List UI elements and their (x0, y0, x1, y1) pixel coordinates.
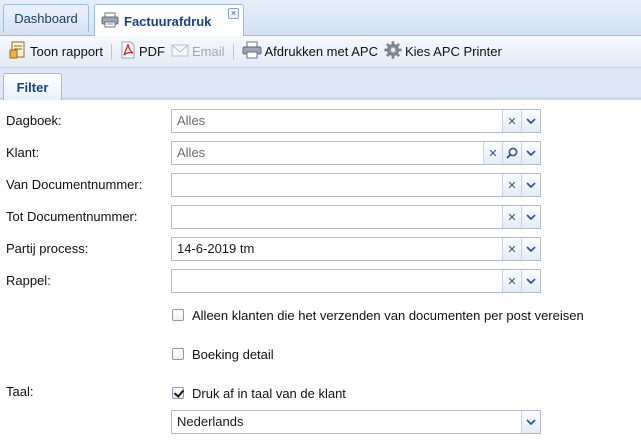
boeking-detail-checkbox[interactable] (172, 348, 184, 360)
rappel-label: Rappel: (6, 273, 51, 288)
druk-af-taal-checkbox[interactable] (172, 387, 184, 399)
toon-rapport-button[interactable]: Toon rapport (6, 40, 106, 64)
rappel-row: Rappel: ✕ (0, 269, 641, 293)
alleen-klanten-label: Alleen klanten die het verzenden van doc… (192, 307, 584, 323)
pdf-label: PDF (139, 44, 165, 59)
dagboek-label: Dagboek: (6, 113, 62, 128)
main-tab-strip: Dashboard Factuurafdruk × (0, 0, 641, 37)
klant-label: Klant: (6, 145, 40, 160)
tot-documentnummer-combo[interactable]: ✕ (171, 205, 541, 229)
pdf-icon (120, 41, 136, 62)
email-label: Email (192, 44, 225, 59)
alleen-klanten-checkbox-row[interactable]: Alleen klanten die het verzenden van doc… (172, 306, 584, 324)
tab-dashboard-label: Dashboard (14, 11, 78, 26)
pdf-button[interactable]: PDF (117, 40, 168, 64)
alleen-klanten-checkbox[interactable] (172, 309, 184, 321)
partij-process-row: Partij process: 14-6-2019 tm ✕ (0, 237, 641, 261)
kies-apc-printer-button[interactable]: Kies APC Printer (381, 40, 505, 64)
partij-process-value[interactable]: 14-6-2019 tm (172, 238, 502, 260)
afdrukken-apc-button[interactable]: Afdrukken met APC (239, 40, 381, 64)
clear-icon[interactable]: ✕ (483, 142, 502, 164)
clear-icon[interactable]: ✕ (502, 174, 521, 196)
chevron-down-icon[interactable] (521, 206, 540, 228)
van-documentnummer-row: Van Documentnummer: ✕ (0, 173, 641, 197)
rappel-value[interactable] (172, 270, 502, 292)
kies-apc-printer-label: Kies APC Printer (404, 44, 502, 59)
partij-process-combo[interactable]: 14-6-2019 tm ✕ (171, 237, 541, 261)
report-icon (9, 41, 27, 62)
tab-filter-label: Filter (16, 79, 49, 95)
toolbar-divider (232, 43, 234, 60)
clear-icon[interactable]: ✕ (502, 238, 521, 260)
chevron-down-icon[interactable] (521, 238, 540, 260)
tab-close-icon[interactable]: × (228, 8, 239, 19)
tot-documentnummer-value[interactable] (172, 206, 502, 228)
tab-factuurafdruk-label: Factuurafdruk (124, 13, 212, 29)
clear-icon[interactable]: ✕ (502, 206, 521, 228)
clear-icon[interactable]: ✕ (502, 110, 521, 132)
van-documentnummer-label: Van Documentnummer: (6, 177, 143, 192)
van-documentnummer-value[interactable] (172, 174, 502, 196)
chevron-down-icon[interactable] (521, 411, 540, 433)
klant-combo[interactable]: Alles ✕ (171, 141, 541, 165)
report-toolbar: Toon rapport PDF Email Afdrukken met APC… (0, 36, 641, 68)
tab-dashboard[interactable]: Dashboard (3, 4, 89, 32)
van-documentnummer-combo[interactable]: ✕ (171, 173, 541, 197)
boeking-detail-checkbox-row[interactable]: Boeking detail (172, 345, 274, 363)
druk-af-taal-label: Druk af in taal van de klant (192, 385, 346, 401)
search-icon[interactable] (502, 142, 521, 164)
klant-row: Klant: Alles ✕ (0, 141, 641, 165)
filter-tab-strip: Filter (0, 68, 641, 100)
chevron-down-icon[interactable] (521, 142, 540, 164)
filter-form: Dagboek: Alles ✕ Klant: Alles ✕ Van Docu… (0, 103, 641, 447)
toon-rapport-label: Toon rapport (30, 44, 103, 59)
tab-filter[interactable]: Filter (3, 73, 62, 100)
dagboek-value[interactable]: Alles (172, 110, 502, 132)
toolbar-divider (111, 43, 112, 60)
druk-af-taal-checkbox-row[interactable]: Druk af in taal van de klant (172, 384, 346, 402)
boeking-detail-label: Boeking detail (192, 346, 274, 362)
tab-factuurafdruk[interactable]: Factuurafdruk × (94, 4, 244, 37)
taal-label: Taal: (6, 384, 34, 399)
printer-icon (242, 41, 262, 62)
chevron-down-icon[interactable] (521, 174, 540, 196)
rappel-combo[interactable]: ✕ (171, 269, 541, 293)
klant-value[interactable]: Alles (172, 142, 483, 164)
partij-process-label: Partij process: (6, 241, 89, 256)
dagboek-combo[interactable]: Alles ✕ (171, 109, 541, 133)
clear-icon[interactable]: ✕ (502, 270, 521, 292)
taal-value[interactable]: Nederlands (172, 411, 521, 433)
tot-documentnummer-row: Tot Documentnummer: ✕ (0, 205, 641, 229)
gear-icon (384, 41, 402, 62)
chevron-down-icon[interactable] (521, 110, 540, 132)
envelope-icon (171, 43, 189, 60)
taal-select[interactable]: Nederlands (171, 410, 541, 434)
dagboek-row: Dagboek: Alles ✕ (0, 109, 641, 133)
tot-documentnummer-label: Tot Documentnummer: (6, 209, 138, 224)
afdrukken-apc-label: Afdrukken met APC (264, 44, 378, 59)
printer-icon (101, 12, 119, 31)
chevron-down-icon[interactable] (521, 270, 540, 292)
email-button[interactable]: Email (168, 40, 228, 64)
